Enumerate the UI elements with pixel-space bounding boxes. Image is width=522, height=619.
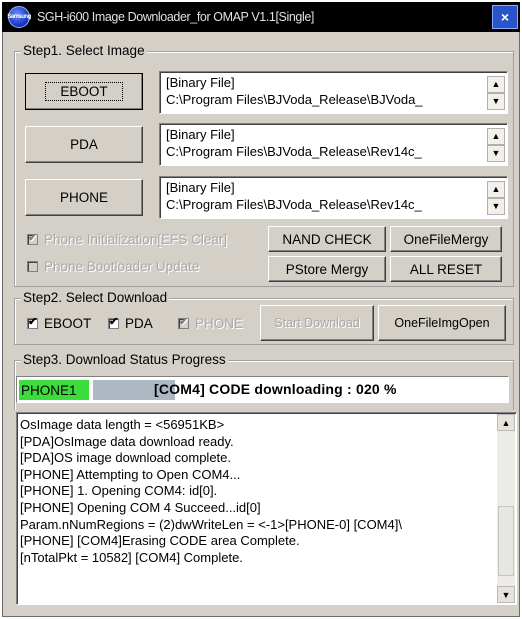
- phone-init-checkbox[interactable]: ✔ Phone Initialization[EFS Clear]: [27, 232, 227, 247]
- pda-box: ✔: [108, 316, 119, 329]
- check-icon: ✔: [28, 232, 38, 244]
- scroll-down-icon[interactable]: ▼: [487, 145, 505, 162]
- pda-path-value: C:\Program Files\BJVoda_Release\Rev14c_: [166, 144, 422, 159]
- log-line: OsImage data length = <56951KB>: [20, 417, 225, 432]
- onefile-img-open-label: OneFileImgOpen: [394, 316, 490, 330]
- nand-check-label: NAND CHECK: [282, 231, 372, 247]
- phone-init-box: ✔: [27, 232, 38, 245]
- log-line: [PHONE] [COM4]Erasing CODE area Complete…: [20, 533, 300, 549]
- download-progress: PHONE1 [COM4] CODE downloading : 020 %: [16, 376, 509, 403]
- scroll-up-icon[interactable]: ▲: [487, 181, 505, 198]
- nand-check-button[interactable]: NAND CHECK: [268, 226, 386, 252]
- log-line: [PHONE] Opening COM 4 Succeed...id[0]: [20, 499, 261, 515]
- log-output[interactable]: OsImage data length = <56951KB> [PDA]OsIm…: [16, 412, 517, 605]
- phone-check-label: PHONE: [195, 316, 244, 331]
- eboot-button-label: EBOOT: [45, 82, 123, 101]
- log-lines: OsImage data length = <56951KB> [PDA]OsIm…: [20, 417, 494, 566]
- scroll-up-icon[interactable]: ▲: [497, 414, 515, 431]
- eboot-path-type: [Binary File]: [166, 75, 235, 90]
- close-icon: ×: [500, 9, 510, 25]
- check-icon: ✔: [109, 316, 119, 328]
- phone-path-scroll[interactable]: ▲ ▼: [487, 181, 505, 215]
- onefile-mergy-button[interactable]: OneFileMergy: [390, 226, 502, 252]
- log-line: [PDA]OS image download complete.: [20, 450, 231, 466]
- phone-checkbox[interactable]: ✔ PHONE: [178, 316, 243, 331]
- phone1-status-badge: PHONE1: [19, 380, 89, 400]
- eboot-checkbox[interactable]: ✔ EBOOT: [27, 316, 91, 331]
- pda-path-scroll[interactable]: ▲ ▼: [487, 128, 505, 162]
- phone-bootloader-checkbox[interactable]: Phone Bootloader Update: [27, 259, 199, 274]
- scroll-down-icon[interactable]: ▼: [497, 586, 515, 603]
- title-bar[interactable]: Samsung SGH-i600 Image Downloader_for OM…: [2, 2, 520, 32]
- check-icon: ✔: [179, 316, 189, 328]
- phone-path-field[interactable]: [Binary File] C:\Program Files\BJVoda_Re…: [159, 176, 508, 219]
- eboot-box: ✔: [27, 316, 38, 329]
- phone-button-label: PHONE: [59, 190, 108, 205]
- progress-status-text: [COM4] CODE downloading : 020 %: [154, 381, 397, 397]
- scroll-up-icon[interactable]: ▲: [487, 128, 505, 145]
- step3-legend: Step3. Download Status Progress: [21, 352, 228, 367]
- onefile-mergy-label: OneFileMergy: [403, 231, 489, 247]
- eboot-path-field[interactable]: [Binary File] C:\Program Files\BJVoda_Re…: [159, 71, 508, 114]
- pda-path-type: [Binary File]: [166, 127, 235, 142]
- pstore-mergy-label: PStore Mergy: [285, 261, 369, 277]
- start-download-button[interactable]: Start Download: [260, 305, 374, 341]
- check-icon: ✔: [28, 316, 38, 328]
- phone-button[interactable]: PHONE: [25, 179, 143, 216]
- pda-button-label: PDA: [70, 137, 98, 152]
- log-line: [PHONE] 1. Opening COM4: id[0].: [20, 483, 218, 499]
- samsung-logo-icon: Samsung: [7, 6, 31, 28]
- eboot-path-scroll[interactable]: ▲ ▼: [487, 76, 505, 110]
- onefile-img-open-button[interactable]: OneFileImgOpen: [378, 305, 506, 341]
- pda-check-label: PDA: [125, 316, 153, 331]
- phone-bootloader-label: Phone Bootloader Update: [44, 259, 200, 274]
- step2-legend: Step2. Select Download: [21, 290, 170, 305]
- eboot-check-label: EBOOT: [44, 316, 92, 331]
- window-title: SGH-i600 Image Downloader_for OMAP V1.1[…: [37, 10, 314, 24]
- phone-path-value: C:\Program Files\BJVoda_Release\Rev14c_: [166, 197, 422, 212]
- log-scrollbar[interactable]: ▲ ▼: [497, 414, 515, 603]
- log-line: [PDA]OsImage data download ready.: [20, 433, 234, 449]
- scrollbar-thumb[interactable]: [498, 506, 514, 576]
- eboot-path-value: C:\Program Files\BJVoda_Release\BJVoda_: [166, 92, 423, 107]
- phone-bootloader-box: [27, 261, 38, 272]
- all-reset-button[interactable]: ALL RESET: [390, 256, 502, 282]
- phone-init-label: Phone Initialization[EFS Clear]: [44, 232, 228, 247]
- pda-path-field[interactable]: [Binary File] C:\Program Files\BJVoda_Re…: [159, 123, 508, 166]
- eboot-button[interactable]: EBOOT: [25, 73, 143, 110]
- start-download-label: Start Download: [274, 316, 360, 330]
- close-button[interactable]: ×: [492, 5, 518, 29]
- pda-button[interactable]: PDA: [25, 126, 143, 163]
- step1-legend: Step1. Select Image: [21, 43, 147, 58]
- pda-checkbox[interactable]: ✔ PDA: [108, 316, 153, 331]
- scroll-down-icon[interactable]: ▼: [487, 93, 505, 110]
- phone-box: ✔: [178, 316, 189, 329]
- log-line: [nTotalPkt = 10582] [COM4] Complete.: [20, 549, 243, 565]
- scroll-down-icon[interactable]: ▼: [487, 198, 505, 215]
- pstore-mergy-button[interactable]: PStore Mergy: [268, 256, 386, 282]
- phone-path-type: [Binary File]: [166, 180, 235, 195]
- log-line: Param.nNumRegions = (2)dwWriteLen = <-1>…: [20, 516, 402, 532]
- all-reset-label: ALL RESET: [409, 261, 483, 277]
- log-line: [PHONE] Attempting to Open COM4...: [20, 466, 241, 482]
- scroll-up-icon[interactable]: ▲: [487, 76, 505, 93]
